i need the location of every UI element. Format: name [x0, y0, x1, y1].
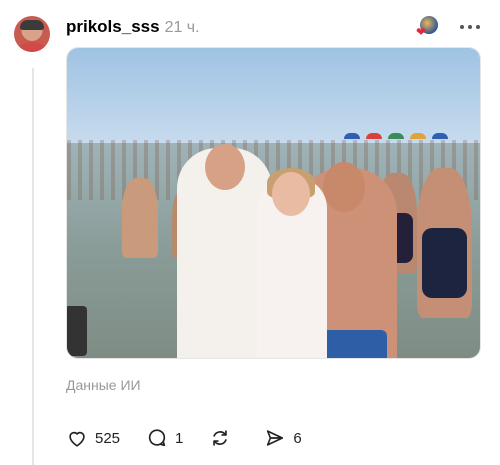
photo-person	[257, 168, 327, 358]
action-bar: 525 1 6	[66, 427, 302, 449]
share-count: 6	[293, 429, 302, 447]
post-time: 21 ч.	[164, 19, 200, 36]
heart-icon	[69, 431, 85, 447]
post-header: prikols_sss 21 ч.	[66, 17, 200, 39]
photo-person	[122, 178, 158, 258]
header-actions: ❤	[416, 16, 480, 39]
repost-icon	[213, 430, 228, 446]
user-avatar[interactable]	[14, 16, 50, 52]
thread-line	[32, 68, 34, 465]
like-count: 525	[95, 429, 121, 447]
liked-by-avatar[interactable]: ❤	[416, 16, 440, 39]
post-image[interactable]	[66, 47, 481, 359]
avatar-shirt	[16, 42, 48, 52]
ai-label[interactable]: Данные ИИ	[66, 377, 141, 393]
photo-phone	[67, 306, 87, 356]
comment-icon	[148, 429, 166, 447]
heart-badge-icon: ❤	[416, 25, 427, 39]
reply-count: 1	[175, 429, 184, 447]
reply-button[interactable]: 1	[146, 427, 183, 449]
avatar-cap	[20, 20, 44, 30]
like-button[interactable]: 525	[66, 427, 120, 449]
more-icon[interactable]	[460, 23, 480, 31]
repost-button[interactable]	[209, 427, 238, 449]
photo-person	[417, 168, 472, 318]
send-icon	[267, 430, 284, 446]
photo-umbrellas	[344, 126, 474, 139]
username[interactable]: prikols_sss	[66, 17, 160, 37]
share-button[interactable]: 6	[264, 427, 302, 449]
